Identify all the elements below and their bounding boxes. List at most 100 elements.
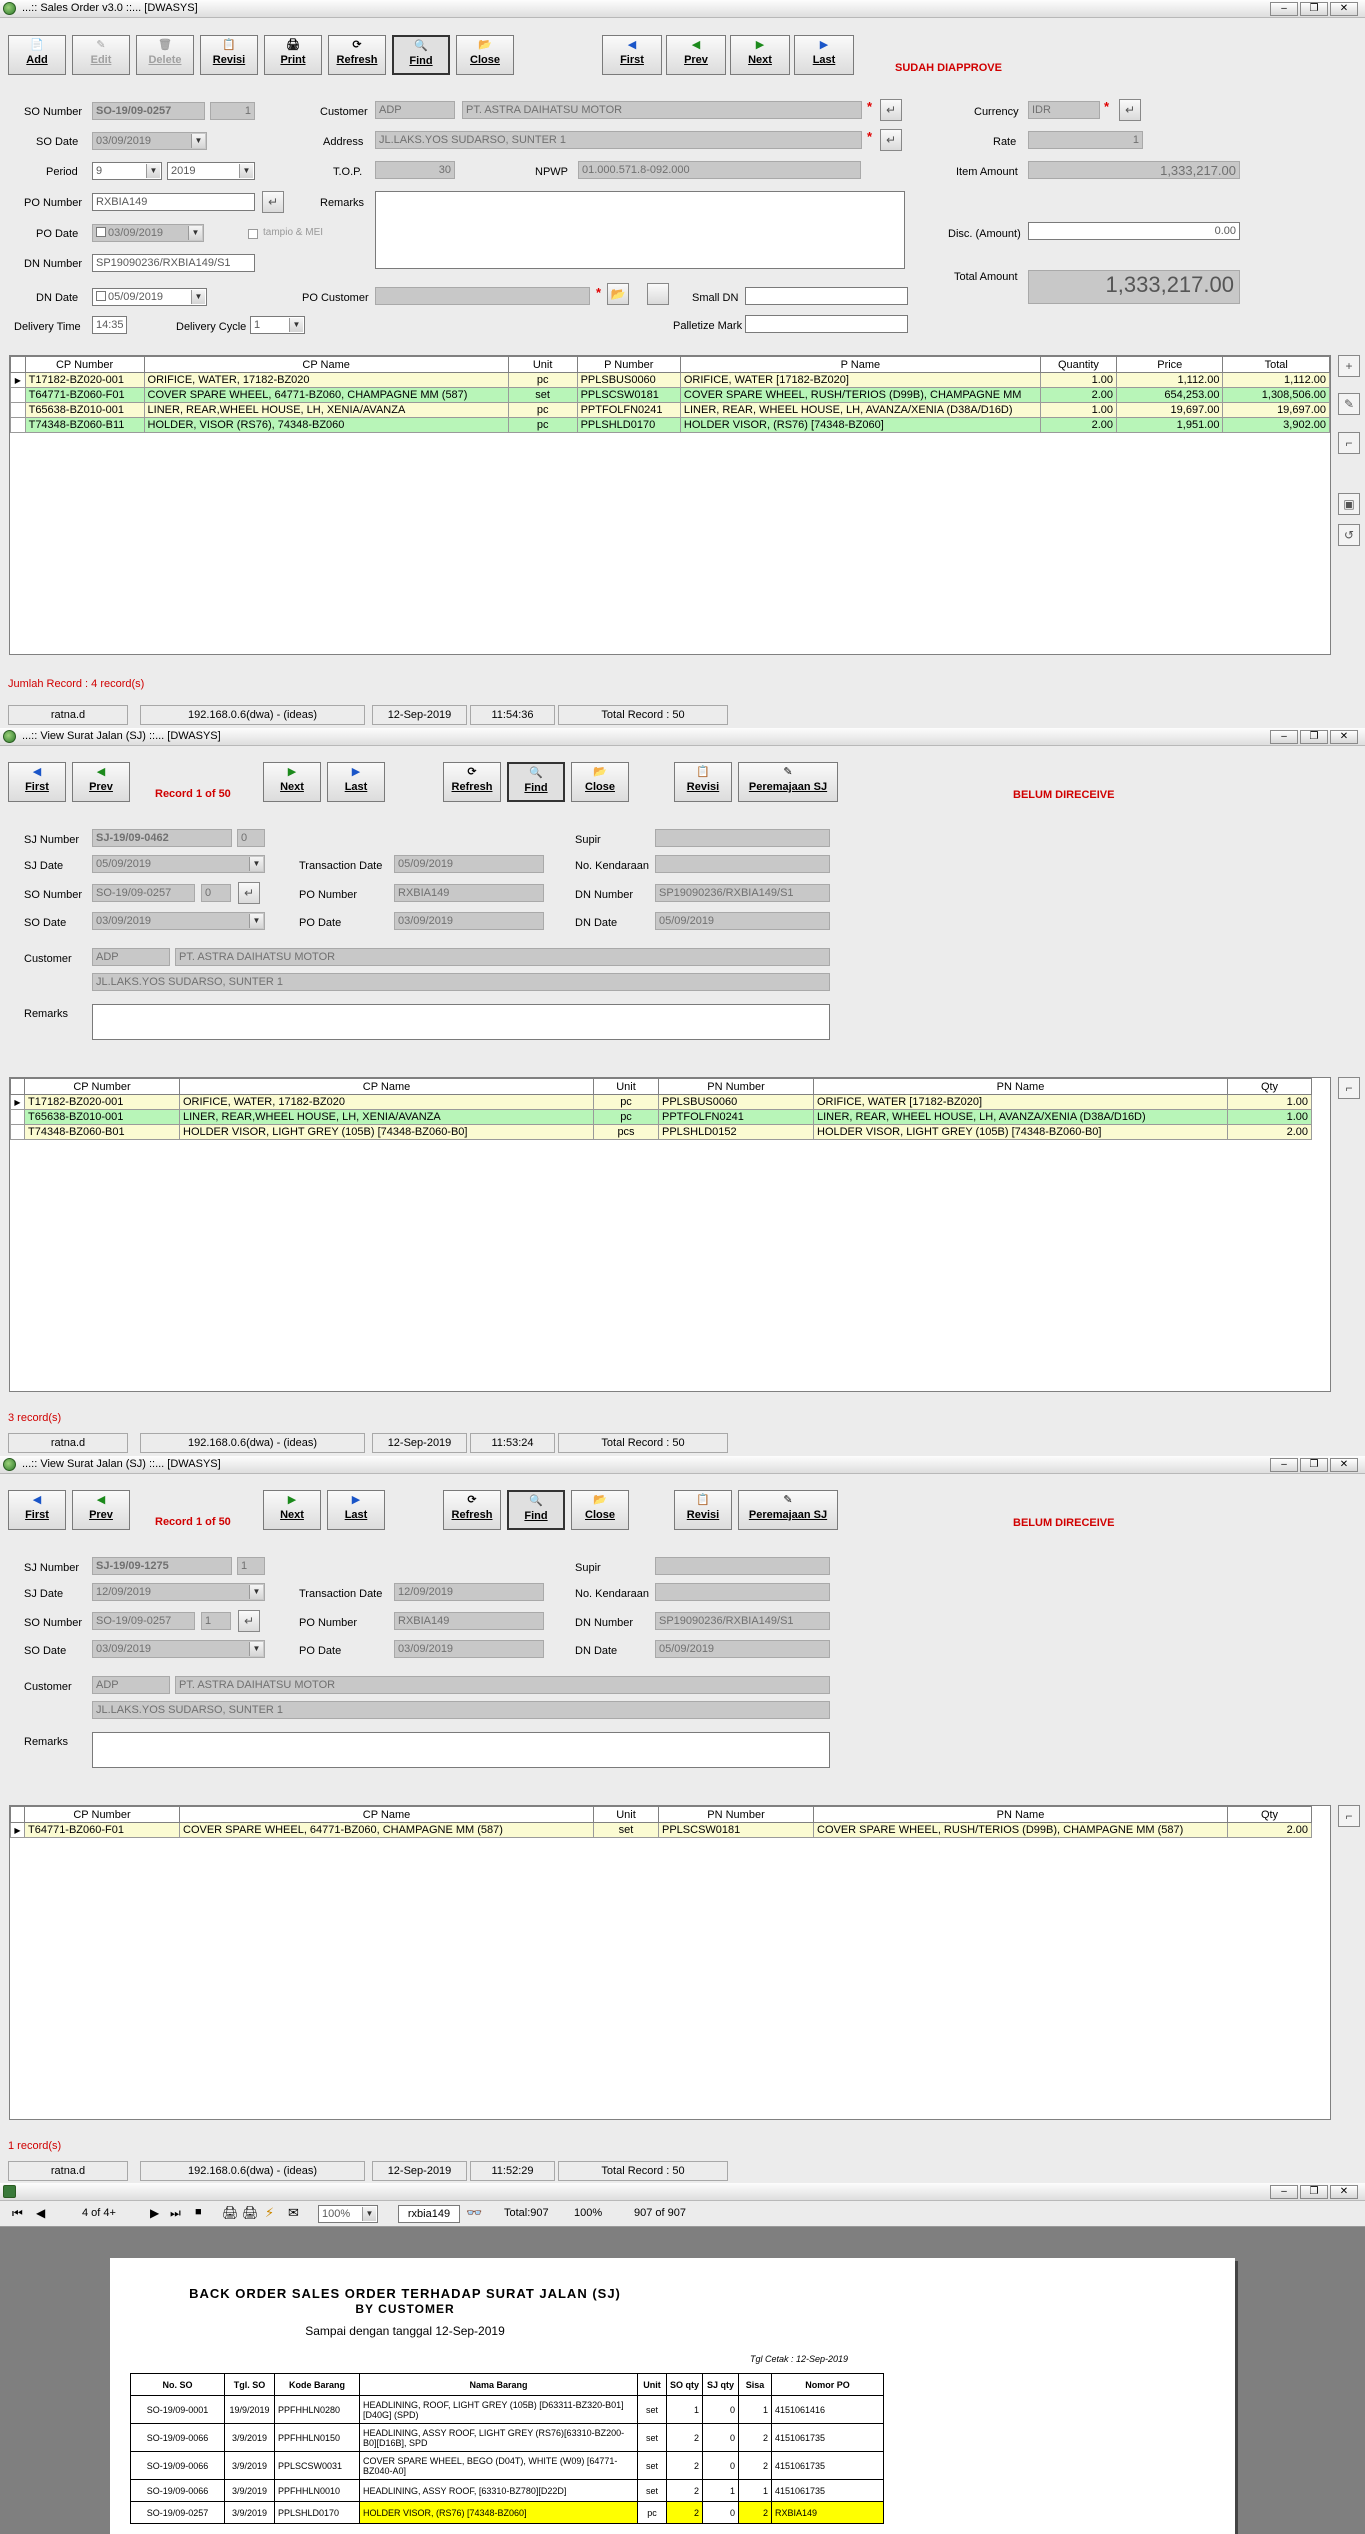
clear-button[interactable]: [647, 283, 669, 305]
edit-button[interactable]: ✎ Edit: [72, 35, 130, 75]
item-amount-field[interactable]: 1,333,217.00: [1028, 161, 1240, 179]
revisi-button[interactable]: 📋 Revisi: [674, 1490, 732, 1530]
restore-button[interactable]: ❐: [1300, 2, 1328, 16]
close-window-button[interactable]: ✕: [1330, 2, 1358, 16]
so-rev-field[interactable]: 0: [201, 884, 231, 902]
po-number-field[interactable]: RXBIA149: [92, 193, 255, 211]
zoom-select[interactable]: 100% ▼: [318, 2205, 378, 2223]
column-header[interactable]: Price: [1116, 356, 1224, 373]
column-header[interactable]: CP Name: [179, 1806, 594, 1823]
restore-button[interactable]: ❐: [1300, 730, 1328, 744]
disc-amount-field[interactable]: 0.00: [1028, 222, 1240, 240]
chevron-down-icon[interactable]: ▼: [191, 290, 205, 304]
first-button[interactable]: ◀ First: [8, 1490, 66, 1530]
mail-icon[interactable]: ✉: [288, 2205, 299, 2221]
column-header[interactable]: Total: [1222, 356, 1330, 373]
po-date-field[interactable]: 03/09/2019: [394, 912, 544, 930]
sj-items-grid[interactable]: CP Number CP Name Unit PN Number PN Name…: [9, 1077, 1331, 1392]
close-button[interactable]: 📂 Close: [571, 762, 629, 802]
prev-button[interactable]: ◀ Prev: [666, 35, 726, 75]
column-header[interactable]: P Name: [679, 356, 1041, 373]
dn-date-field[interactable]: 05/09/2019: [655, 1640, 830, 1658]
export-icon[interactable]: ⚡: [265, 2205, 274, 2221]
find-button[interactable]: 🔍 Find: [507, 762, 565, 802]
rate-field[interactable]: 1: [1028, 131, 1143, 149]
binoculars-icon[interactable]: 👓: [466, 2205, 482, 2221]
last-button[interactable]: ▶ Last: [327, 1490, 385, 1530]
last-page-icon[interactable]: ⏭: [170, 2206, 181, 2221]
so-number-field[interactable]: SO-19/09-0257: [92, 102, 205, 120]
minimize-button[interactable]: –: [1270, 2185, 1298, 2199]
column-header[interactable]: CP Name: [143, 356, 509, 373]
customer-code-field[interactable]: ADP: [92, 1676, 170, 1694]
prev-button[interactable]: ◀ Prev: [72, 762, 130, 802]
chevron-down-icon[interactable]: ▼: [239, 164, 253, 178]
npwp-field[interactable]: 01.000.571.8-092.000: [578, 161, 861, 179]
sj-items-grid[interactable]: CP Number CP Name Unit PN Number PN Name…: [9, 1805, 1331, 2120]
last-button[interactable]: ▶ Last: [794, 35, 854, 75]
table-row[interactable]: T65638-BZ010-001 LINER, REAR,WHEEL HOUSE,…: [10, 402, 1330, 418]
column-header[interactable]: PN Number: [658, 1078, 814, 1095]
chevron-down-icon[interactable]: ▼: [249, 1642, 263, 1656]
dn-number-field[interactable]: SP19090236/RXBIA149/S1: [655, 1612, 830, 1630]
close-window-button[interactable]: ✕: [1330, 2185, 1358, 2199]
print-icon[interactable]: 🖨: [222, 2205, 239, 2221]
customer-name-field[interactable]: PT. ASTRA DAIHATSU MOTOR: [175, 1676, 830, 1694]
sj-date-field[interactable]: 12/09/2019 ▼: [92, 1583, 265, 1601]
first-button[interactable]: ◀ First: [602, 35, 662, 75]
table-row[interactable]: ▶ T17182-BZ020-001 ORIFICE, WATER, 17182-…: [10, 1094, 1330, 1110]
transaction-date-field[interactable]: 12/09/2019: [394, 1583, 544, 1601]
save-row-icon[interactable]: ▣: [1338, 493, 1360, 515]
chevron-down-icon[interactable]: ▼: [249, 1585, 263, 1599]
po-date-field[interactable]: 03/09/2019: [394, 1640, 544, 1658]
delivery-cycle-select[interactable]: 1 ▼: [250, 316, 305, 334]
next-button[interactable]: ▶ Next: [263, 1490, 321, 1530]
customer-code-field[interactable]: ADP: [375, 101, 455, 119]
last-button[interactable]: ▶ Last: [327, 762, 385, 802]
table-row[interactable]: ▶ T17182-BZ020-001 ORIFICE, WATER, 17182-…: [10, 372, 1330, 388]
po-lookup-button[interactable]: ↵: [262, 191, 284, 213]
refresh-button[interactable]: ⟳ Refresh: [443, 1490, 501, 1530]
small-dn-field[interactable]: [745, 287, 908, 305]
chevron-down-icon[interactable]: ▼: [289, 318, 303, 332]
cancel-row-icon[interactable]: ↺: [1338, 524, 1360, 546]
sj-rev-field[interactable]: 0: [237, 829, 265, 847]
remarks-textarea[interactable]: [92, 1004, 830, 1040]
refresh-button[interactable]: ⟳ Refresh: [443, 762, 501, 802]
minimize-button[interactable]: –: [1270, 2, 1298, 16]
print-setup-icon[interactable]: 🖨: [242, 2205, 259, 2221]
close-window-button[interactable]: ✕: [1330, 1458, 1358, 1472]
chevron-down-icon[interactable]: ▼: [249, 857, 263, 871]
po-number-field[interactable]: RXBIA149: [394, 884, 544, 902]
customer-name-field[interactable]: PT. ASTRA DAIHATSU MOTOR: [462, 101, 862, 119]
supir-field[interactable]: [655, 1557, 830, 1575]
table-row[interactable]: T64771-BZ060-F01 COVER SPARE WHEEL, 64771…: [10, 387, 1330, 403]
column-header[interactable]: Qty: [1227, 1806, 1312, 1823]
next-page-icon[interactable]: ▶: [150, 2206, 159, 2220]
dn-number-field[interactable]: SP19090236/RXBIA149/S1: [655, 884, 830, 902]
column-header[interactable]: PN Number: [658, 1806, 814, 1823]
column-header[interactable]: PN Name: [813, 1806, 1228, 1823]
delete-row-icon[interactable]: ⌐: [1338, 432, 1360, 454]
revisi-button[interactable]: 📋 Revisi: [200, 35, 258, 75]
add-row-icon[interactable]: +: [1338, 355, 1360, 377]
period-year-select[interactable]: 2019 ▼: [167, 162, 255, 180]
search-input[interactable]: rxbia149: [398, 2205, 460, 2223]
sj-number-field[interactable]: SJ-19/09-1275: [92, 1557, 232, 1575]
customer-name-field[interactable]: PT. ASTRA DAIHATSU MOTOR: [175, 948, 830, 966]
sj-date-field[interactable]: 05/09/2019 ▼: [92, 855, 265, 873]
address-field[interactable]: JL.LAKS.YOS SUDARSO, SUNTER 1: [375, 131, 862, 149]
add-button[interactable]: 📄 Add: [8, 35, 66, 75]
address-lookup-button[interactable]: ↵: [880, 129, 902, 151]
close-button[interactable]: 📂 Close: [571, 1490, 629, 1530]
so-lookup-button[interactable]: ↵: [238, 882, 260, 904]
column-header[interactable]: CP Number: [24, 1806, 180, 1823]
first-button[interactable]: ◀ First: [8, 762, 66, 802]
edit-row-icon[interactable]: ✎: [1338, 393, 1360, 415]
revisi-button[interactable]: 📋 Revisi: [674, 762, 732, 802]
print-button[interactable]: 🖨 Print: [264, 35, 322, 75]
column-header[interactable]: Qty: [1227, 1078, 1312, 1095]
po-date-field[interactable]: 03/09/2019 ▼: [92, 224, 204, 242]
stop-icon[interactable]: ■: [195, 2206, 202, 2218]
find-button[interactable]: 🔍 Find: [507, 1490, 565, 1530]
